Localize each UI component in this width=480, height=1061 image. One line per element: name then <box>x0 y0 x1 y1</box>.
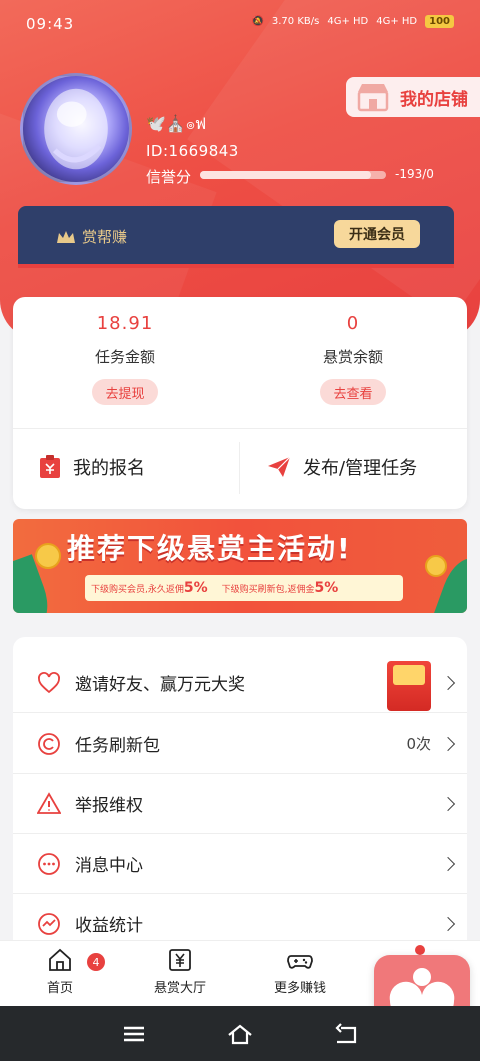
task-amount-stat: 18.91 任务金额 去提现 <box>25 313 225 405</box>
wallet-card: 18.91 任务金额 去提现 0 悬赏余额 去查看 我的报名 发布/管理任务 <box>13 297 467 509</box>
task-amount-value: 18.91 <box>96 313 154 334</box>
menu-list: 邀请好友、赢万元大奖 任务刷新包 0次 举报维权 消息中心 收益统计 <box>13 637 467 954</box>
menu-item-label: 任务刷新包 <box>75 736 160 756</box>
my-shop-button[interactable]: 我的店铺 <box>346 77 480 117</box>
float-notification-dot <box>415 945 425 955</box>
credit-label: 信誉分 <box>146 168 192 186</box>
my-signup-label: 我的报名 <box>73 458 145 479</box>
menu-item-invite[interactable]: 邀请好友、赢万元大奖 <box>13 653 467 713</box>
divider <box>239 442 240 494</box>
battery-icon: 100 <box>425 15 454 28</box>
home-icon <box>49 948 71 971</box>
banner-right-text: 下级购买刷新包,返佣金5% <box>221 580 339 596</box>
paper-plane-icon <box>268 456 291 477</box>
gamepad-icon <box>287 955 313 969</box>
red-envelope-icon <box>387 661 431 711</box>
open-vip-button[interactable]: 开通会员 <box>334 220 420 248</box>
notification-badge: 4 <box>87 953 105 971</box>
chevron-right-icon <box>440 736 456 751</box>
view-balance-button[interactable]: 去查看 <box>320 379 386 405</box>
yuan-icon <box>169 949 191 971</box>
banner-left-text: 下级购买会员,永久返佣5% <box>91 580 208 596</box>
mute-icon: 🔕 <box>251 16 264 27</box>
referral-promo-banner[interactable]: 推荐下级悬赏主活动! 下级购买会员,永久返佣5% 下级购买刷新包,返佣金5% <box>13 519 467 613</box>
chevron-right-icon <box>440 916 456 931</box>
coin-icon <box>425 555 447 577</box>
coin-icon <box>35 543 61 569</box>
home-nav-icon[interactable] <box>227 1022 253 1046</box>
reward-balance-stat: 0 悬赏余额 去查看 <box>253 313 453 405</box>
reward-balance-label: 悬赏余额 <box>322 348 383 366</box>
chevron-right-icon <box>440 796 456 811</box>
shop-icon <box>357 84 389 112</box>
chevron-right-icon <box>440 675 456 690</box>
menu-item-label: 举报维权 <box>75 796 143 816</box>
menu-item-label: 邀请好友、赢万元大奖 <box>75 675 245 695</box>
vip-title: 赏帮赚 <box>56 226 127 247</box>
net-speed: 3.70 KB/s <box>271 16 320 27</box>
tab-label: 悬赏大厅 <box>153 981 206 996</box>
chevron-right-icon <box>440 856 456 871</box>
menu-item-messages[interactable]: 消息中心 <box>13 834 467 894</box>
credit-value: -193/0 <box>395 167 434 181</box>
menu-item-label: 消息中心 <box>75 856 143 876</box>
credit-progress-bar <box>200 171 386 179</box>
avatar[interactable] <box>20 73 132 185</box>
chart-icon <box>38 912 60 935</box>
back-icon[interactable] <box>333 1022 359 1046</box>
menu-item-report[interactable]: 举报维权 <box>13 774 467 834</box>
my-signup-button[interactable]: 我的报名 <box>39 454 145 480</box>
username: 🕊️⛪ၜฟ <box>146 114 207 133</box>
vip-title-text: 赏帮赚 <box>82 228 128 246</box>
signal-icon-2: 4G+ HD <box>376 16 418 27</box>
publish-manage-button[interactable]: 发布/管理任务 <box>267 454 417 480</box>
tab-label: 首页 <box>46 981 73 996</box>
refresh-count: 0次 <box>406 735 431 753</box>
status-time: 09:43 <box>26 15 75 33</box>
task-amount-label: 任务金额 <box>94 348 155 366</box>
tab-earn-more[interactable]: 更多赚钱 <box>255 947 345 996</box>
status-icons: 🔕 3.70 KB/s 4G+ HD 4G+ HD 100 <box>251 15 454 28</box>
menu-item-refresh-pack[interactable]: 任务刷新包 0次 <box>13 714 467 774</box>
tab-label: 更多赚钱 <box>273 981 326 996</box>
avatar-image <box>44 88 108 170</box>
divider <box>13 428 467 429</box>
system-nav-bar <box>0 1006 480 1061</box>
status-bar: 09:43 🔕 3.70 KB/s 4G+ HD 4G+ HD 100 <box>0 0 480 50</box>
user-id: ID:1669843 <box>146 142 239 160</box>
banner-headline: 推荐下级悬赏主活动! <box>67 532 352 565</box>
withdraw-button[interactable]: 去提现 <box>92 379 158 405</box>
reward-balance-value: 0 <box>346 313 360 334</box>
warning-icon <box>37 791 61 814</box>
signal-icon-1: 4G+ HD <box>327 16 369 27</box>
refresh-icon <box>38 732 60 755</box>
banner-details: 下级购买会员,永久返佣5% 下级购买刷新包,返佣金5% <box>85 575 403 601</box>
message-icon <box>38 852 60 875</box>
vip-banner: 赏帮赚 开通会员 <box>18 206 454 268</box>
my-shop-label: 我的店铺 <box>400 89 468 110</box>
clipboard-icon <box>40 455 60 478</box>
menu-icon[interactable] <box>121 1022 147 1046</box>
tab-reward-hall[interactable]: 悬赏大厅 <box>135 947 225 996</box>
menu-item-label: 收益统计 <box>75 916 143 936</box>
publish-manage-label: 发布/管理任务 <box>303 458 418 479</box>
tab-home[interactable]: 首页 4 <box>15 947 105 996</box>
heart-icon <box>38 671 60 693</box>
crown-icon <box>57 230 75 243</box>
credit-progress-fill <box>200 171 372 179</box>
